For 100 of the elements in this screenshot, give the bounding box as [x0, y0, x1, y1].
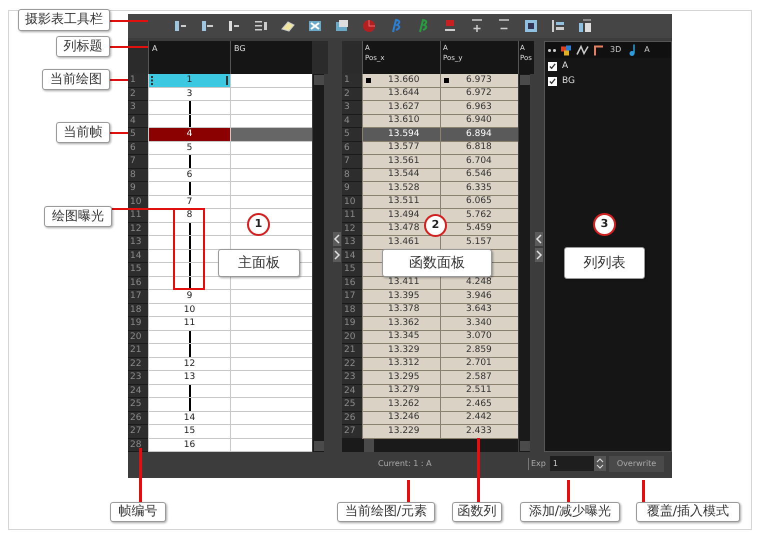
value-cell[interactable]: 3.340: [466, 316, 492, 330]
drawing-cell[interactable]: [148, 182, 230, 196]
value-cell[interactable]: 6.972: [466, 87, 492, 100]
drawing-cell[interactable]: 12: [148, 358, 230, 371]
drawing-cell[interactable]: [230, 438, 312, 452]
value-cell[interactable]: 6.704: [466, 154, 492, 168]
table-row[interactable]: 23 13.295 2.587: [342, 371, 518, 384]
value-cell[interactable]: 5.157: [466, 236, 492, 249]
value-cell[interactable]: 6.940: [466, 114, 492, 128]
drawing-cell[interactable]: [230, 196, 312, 209]
value-cell[interactable]: 2.442: [466, 411, 492, 424]
value-cell[interactable]: 13.329: [388, 344, 420, 357]
table-row[interactable]: 27 13.229 2.433: [342, 425, 518, 438]
table-row[interactable]: 9 13.528 6.335: [342, 182, 518, 196]
table-row[interactable]: 20 13.345 3.070: [342, 330, 518, 344]
value-cell[interactable]: 13.262: [388, 398, 420, 411]
value-cell[interactable]: 2.587: [466, 370, 492, 384]
table-row[interactable]: 21 13.329 2.859: [342, 344, 518, 358]
value-cell[interactable]: 13.362: [388, 316, 420, 330]
drawing-cell[interactable]: 3: [148, 88, 230, 101]
drawing-cell[interactable]: 15: [148, 425, 230, 438]
drawing-cell[interactable]: [230, 384, 312, 398]
scrollbar[interactable]: [342, 438, 518, 452]
drawing-cell[interactable]: [230, 371, 312, 384]
value-cell[interactable]: 13.478: [388, 222, 420, 236]
column-header[interactable]: A: [148, 41, 230, 74]
drawing-cell[interactable]: [148, 236, 230, 250]
value-cell[interactable]: 13.461: [388, 236, 420, 249]
value-cell[interactable]: 13.246: [388, 411, 420, 424]
drawing-cell[interactable]: [230, 142, 312, 155]
value-cell[interactable]: 13.511: [388, 195, 420, 208]
value-cell[interactable]: 13.395: [388, 290, 420, 303]
value-cell[interactable]: 2.701: [466, 357, 492, 370]
exposure-field[interactable]: 1: [550, 456, 594, 471]
table-row[interactable]: 22 13.312 2.701: [342, 358, 518, 371]
checkbox[interactable]: [548, 76, 557, 86]
drawing-cell[interactable]: [148, 398, 230, 412]
value-cell[interactable]: 6.818: [466, 141, 492, 154]
drawing-cell[interactable]: [230, 398, 312, 412]
drawing-cell[interactable]: [230, 412, 312, 425]
circle-icon[interactable]: [361, 18, 377, 34]
value-cell[interactable]: 6.973: [466, 74, 492, 87]
value-cell[interactable]: 5.762: [466, 208, 492, 222]
value-cell[interactable]: 13.577: [388, 141, 420, 154]
value-cell[interactable]: 13.494: [388, 208, 420, 222]
value-cell[interactable]: 3.643: [466, 303, 492, 316]
table-row[interactable]: 6 13.577 6.818: [342, 142, 518, 155]
table-row[interactable]: 13 13.461 5.157: [342, 236, 518, 250]
drawing-cell[interactable]: [148, 155, 230, 168]
value-cell[interactable]: 2.465: [466, 398, 492, 411]
table-row[interactable]: 17 13.395 3.946: [342, 290, 518, 304]
table-row[interactable]: 7 13.561 6.704: [342, 155, 518, 168]
value-cell[interactable]: 13.345: [388, 330, 420, 344]
drawing-cell[interactable]: 10: [148, 304, 230, 317]
value-cell[interactable]: 13.411: [388, 276, 420, 290]
value-cell[interactable]: 3.946: [466, 290, 492, 303]
drawing-cell[interactable]: [230, 236, 312, 250]
value-cell[interactable]: 13.378: [388, 303, 420, 316]
list-icon[interactable]: [550, 18, 566, 34]
drawing-cell[interactable]: 14: [148, 412, 230, 425]
drawing-cell[interactable]: [230, 290, 312, 304]
mode-button[interactable]: Overwrite: [608, 456, 664, 472]
drawing-cell[interactable]: [230, 182, 312, 196]
value-cell[interactable]: 6.546: [466, 168, 492, 182]
drawing-cell[interactable]: 5: [148, 142, 230, 155]
table-row[interactable]: 26 13.246 2.442: [342, 412, 518, 425]
table-row[interactable]: 19 13.362 3.340: [342, 317, 518, 330]
chevron-right-icon[interactable]: [333, 248, 341, 262]
drawing-cell[interactable]: [230, 88, 312, 101]
frame-icon[interactable]: [307, 18, 323, 34]
scrollbar[interactable]: [312, 74, 324, 452]
tab[interactable]: A: [642, 44, 652, 56]
drawing-cell[interactable]: [230, 74, 312, 88]
value-cell[interactable]: 13.544: [388, 168, 420, 182]
drawing-cell[interactable]: 6: [148, 168, 230, 182]
table-row[interactable]: 10 13.511 6.065: [342, 196, 518, 209]
value-cell[interactable]: 13.660: [388, 74, 420, 87]
value-cell[interactable]: 2.859: [466, 344, 492, 357]
frame-icon[interactable]: [334, 18, 350, 34]
drawing-cell[interactable]: [230, 128, 312, 142]
square-icon[interactable]: [523, 18, 539, 34]
table-row[interactable]: 25 13.262 2.465: [342, 398, 518, 412]
marker-icon[interactable]: [442, 18, 458, 34]
drawing-cell[interactable]: [148, 344, 230, 358]
table-row[interactable]: 5 13.594 6.894: [342, 128, 518, 142]
table-row[interactable]: 4 13.610 6.940: [342, 114, 518, 128]
value-cell[interactable]: 2.511: [466, 384, 492, 398]
bar-icon[interactable]: [172, 18, 188, 34]
drawing-cell[interactable]: [230, 358, 312, 371]
value-cell[interactable]: 13.312: [388, 357, 420, 370]
table-row[interactable]: 16 13.411 4.248: [342, 276, 518, 290]
value-cell[interactable]: 13.561: [388, 154, 420, 168]
value-cell[interactable]: 5.459: [466, 222, 492, 236]
table-row[interactable]: 1 13.660 6.973: [342, 74, 518, 88]
value-cell[interactable]: 13.229: [388, 424, 420, 438]
bar-icon[interactable]: [226, 18, 242, 34]
chevron-right-icon[interactable]: [535, 248, 543, 262]
drawing-cell[interactable]: 11: [148, 317, 230, 330]
scrollbar[interactable]: [518, 74, 530, 452]
drawing-cell[interactable]: 16: [148, 438, 230, 452]
